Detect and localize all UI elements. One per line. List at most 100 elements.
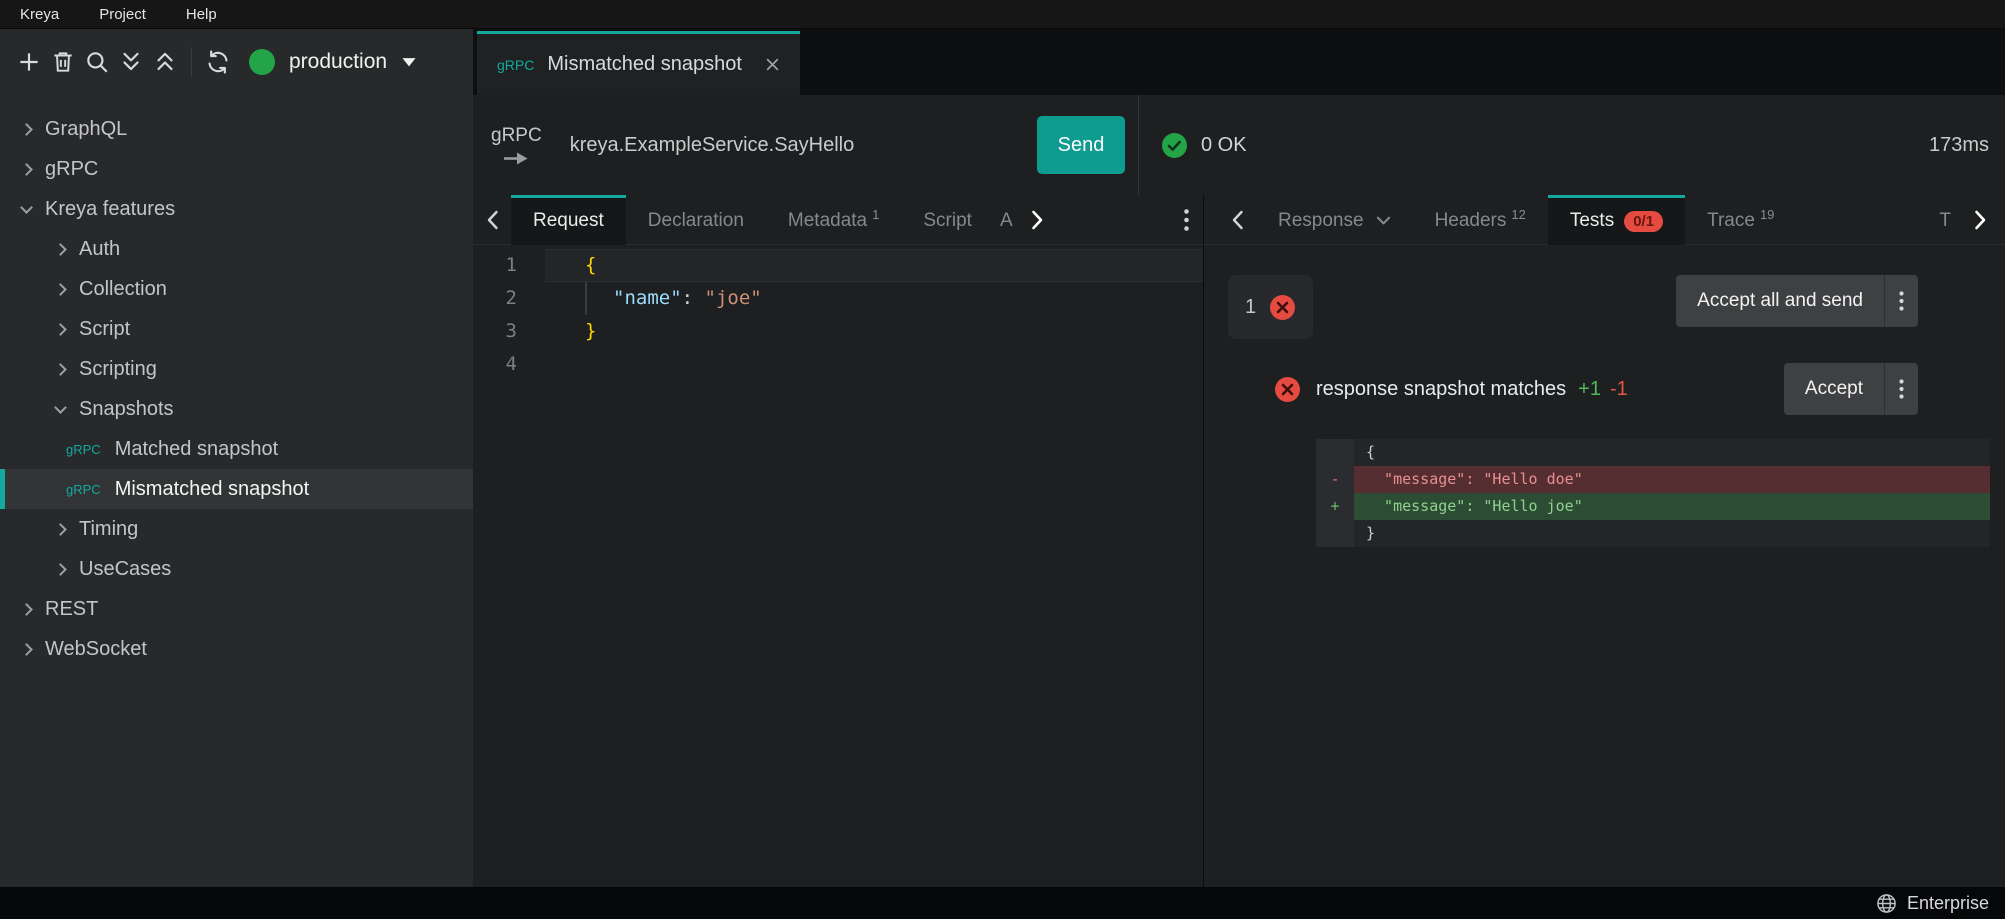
sidebar-item-kreya-features[interactable]: Kreya features xyxy=(0,189,473,229)
document-tab-strip: gRPC Mismatched snapshot xyxy=(473,29,2005,95)
request-header: gRPC kreya.ExampleService.SayHello Send xyxy=(473,95,1139,195)
chevron-right-icon[interactable] xyxy=(1019,195,1057,244)
accept-all-and-send-button[interactable]: Accept all and send xyxy=(1676,275,1918,327)
send-button[interactable]: Send xyxy=(1037,116,1125,174)
tab-response[interactable]: Response xyxy=(1256,195,1413,245)
menu-help[interactable]: Help xyxy=(166,6,237,23)
code-line: } xyxy=(545,315,1203,348)
chevron-left-icon[interactable] xyxy=(473,195,511,244)
search-icon[interactable] xyxy=(80,45,114,79)
sidebar-item-matched-snapshot[interactable]: gRPCMatched snapshot xyxy=(0,429,473,469)
add-icon[interactable] xyxy=(12,45,46,79)
expand-all-icon[interactable] xyxy=(114,45,148,79)
tree-label: Matched snapshot xyxy=(115,438,278,461)
tab-trace[interactable]: Trace19 xyxy=(1685,195,1796,245)
sidebar-item-scripting[interactable]: Scripting xyxy=(0,349,473,389)
test-result-chip[interactable]: 1 xyxy=(1228,275,1313,339)
sidebar-item-usecases[interactable]: UseCases xyxy=(0,549,473,589)
code-area[interactable]: { "name": "joe" } xyxy=(545,249,1203,887)
tab-count: 12 xyxy=(1511,207,1525,222)
diff-text: "message": "Hello joe" xyxy=(1354,493,1990,520)
button-label: Accept all and send xyxy=(1676,275,1884,327)
sidebar-item-rest[interactable]: REST xyxy=(0,589,473,629)
panels: Request Declaration Metadata1 Script A xyxy=(473,195,2005,887)
sidebar-item-auth[interactable]: Auth xyxy=(0,229,473,269)
tab-label: Metadata xyxy=(788,210,867,232)
code-line: { xyxy=(545,249,1203,282)
trash-icon[interactable] xyxy=(46,45,80,79)
tree-label: Snapshots xyxy=(79,398,174,421)
tab-label: A xyxy=(1000,210,1013,232)
tests-toolbar: 1 Accept all and send xyxy=(1204,245,2005,339)
close-icon[interactable] xyxy=(765,57,780,72)
diff-text: } xyxy=(1354,520,1990,547)
sidebar-item-grpc[interactable]: gRPC xyxy=(0,149,473,189)
toolbar-divider xyxy=(191,47,192,77)
code-line: "name": "joe" xyxy=(545,282,1203,315)
tab-label: Response xyxy=(1278,210,1364,232)
tab-label: Script xyxy=(923,210,972,232)
kebab-menu-icon[interactable] xyxy=(1884,363,1918,415)
tab-declaration[interactable]: Declaration xyxy=(626,195,766,245)
tree-label: Kreya features xyxy=(45,198,175,221)
chevron-left-icon[interactable] xyxy=(1218,195,1256,244)
json-bracket: } xyxy=(585,320,596,342)
tab-script[interactable]: Script xyxy=(901,195,994,245)
diff-text: "message": "Hello doe" xyxy=(1354,466,1990,493)
request-body-editor[interactable]: 1 2 3 4 { "name": "joe" } xyxy=(473,245,1203,887)
sidebar-item-script[interactable]: Script xyxy=(0,309,473,349)
sidebar-item-timing[interactable]: Timing xyxy=(0,509,473,549)
grpc-protocol-badge: gRPC xyxy=(497,57,534,73)
menu-project[interactable]: Project xyxy=(79,6,166,23)
status-code: 0 OK xyxy=(1201,134,1247,157)
edition-label[interactable]: Enterprise xyxy=(1907,893,1989,914)
diff-removed-count: -1 xyxy=(1610,378,1628,401)
sidebar-item-websocket[interactable]: WebSocket xyxy=(0,629,473,669)
protocol-indicator: gRPC xyxy=(491,125,542,166)
tab-mismatched-snapshot[interactable]: gRPC Mismatched snapshot xyxy=(477,31,800,95)
kebab-menu-icon[interactable] xyxy=(1169,195,1203,244)
kreya-app-window: Kreya Project Help xyxy=(0,0,2005,919)
tree-label: UseCases xyxy=(79,558,171,581)
tree-label: Timing xyxy=(79,518,138,541)
accept-button[interactable]: Accept xyxy=(1784,363,1918,415)
protocol-label: gRPC xyxy=(491,125,542,147)
sidebar-item-snapshots[interactable]: Snapshots xyxy=(0,389,473,429)
result-index: 1 xyxy=(1245,296,1256,319)
line-number: 1 xyxy=(473,249,517,282)
tree-label: Mismatched snapshot xyxy=(115,478,310,501)
kebab-menu-icon[interactable] xyxy=(1884,275,1918,327)
chevron-right-icon xyxy=(54,363,67,376)
grpc-protocol-badge: gRPC xyxy=(66,482,101,497)
tab-label: Trace xyxy=(1707,210,1755,232)
caret-down-icon xyxy=(1376,216,1391,226)
tab-metadata[interactable]: Metadata1 xyxy=(766,195,901,245)
diff-added-count: +1 xyxy=(1578,378,1601,401)
tab-title: Mismatched snapshot xyxy=(547,53,742,76)
snapshot-diff-viewer: { - "message": "Hello doe" + "message": … xyxy=(1316,439,1990,547)
menu-kreya[interactable]: Kreya xyxy=(0,6,79,23)
main-row: GraphQL gRPC Kreya features Auth Collect… xyxy=(0,95,2005,887)
environment-name: production xyxy=(289,50,387,74)
arrow-right-icon xyxy=(503,151,529,166)
environment-selector[interactable]: production xyxy=(249,49,417,75)
collapse-all-icon[interactable] xyxy=(148,45,182,79)
chevron-right-icon[interactable] xyxy=(1961,195,1999,244)
tree-label: Script xyxy=(79,318,130,341)
sidebar-toolbar: production xyxy=(0,29,473,95)
tab-request[interactable]: Request xyxy=(511,195,626,245)
sidebar-item-collection[interactable]: Collection xyxy=(0,269,473,309)
tab-label: Tests xyxy=(1570,210,1614,232)
call-header: gRPC kreya.ExampleService.SayHello Send … xyxy=(473,95,2005,195)
tab-headers[interactable]: Headers12 xyxy=(1413,195,1548,245)
sidebar-item-mismatched-snapshot[interactable]: gRPC Mismatched snapshot xyxy=(0,469,473,509)
tab-authorizations-truncated[interactable]: A xyxy=(994,195,1019,245)
tab-tests[interactable]: Tests0/1 xyxy=(1548,195,1685,245)
refresh-icon[interactable] xyxy=(201,45,235,79)
diff-sign xyxy=(1316,520,1354,547)
json-bracket: { xyxy=(585,254,596,276)
tab-timeline-truncated[interactable]: T xyxy=(1929,195,1961,245)
sidebar-item-graphql[interactable]: GraphQL xyxy=(0,109,473,149)
line-number: 4 xyxy=(473,348,517,381)
chevron-right-icon xyxy=(54,283,67,296)
